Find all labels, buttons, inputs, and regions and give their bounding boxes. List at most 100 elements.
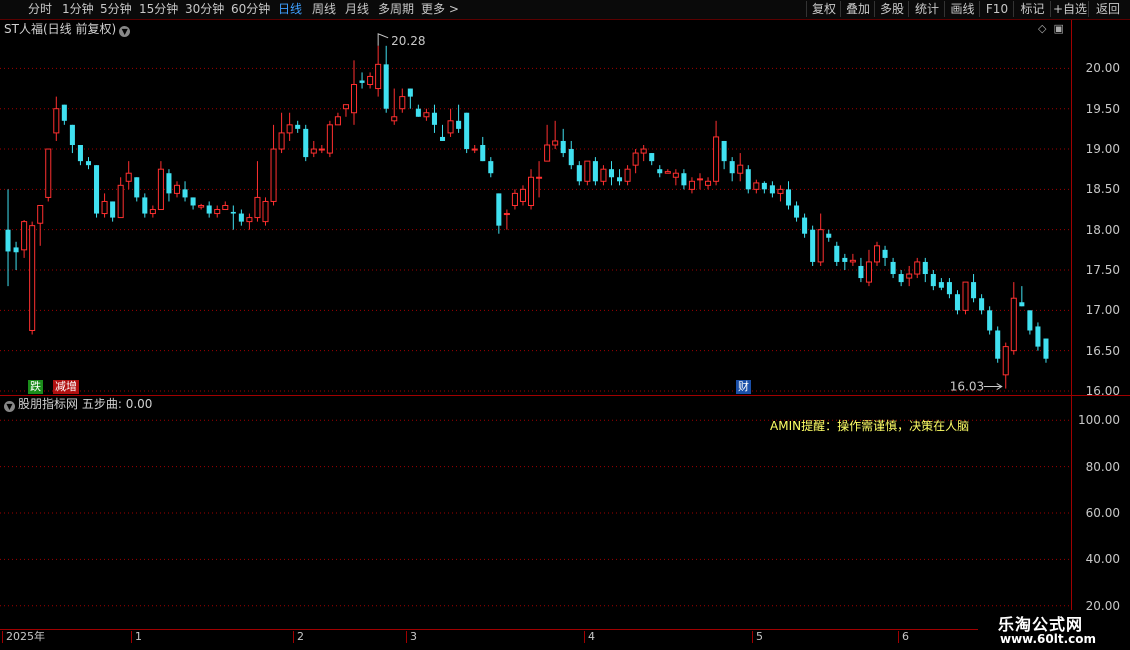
candle-body-down	[464, 112, 470, 150]
candle-body-up	[198, 204, 205, 208]
candle-body-up	[511, 192, 518, 206]
candle-body-up	[688, 180, 695, 190]
candle-body-down	[745, 169, 751, 190]
candle-body-up	[53, 108, 60, 134]
candle-body-down	[971, 282, 977, 299]
candle-body-down	[1027, 310, 1033, 331]
toolbar-button[interactable]: 标记	[1013, 1, 1051, 17]
candle-body-up	[640, 148, 647, 154]
period-tab[interactable]: 60分钟	[231, 1, 270, 17]
candle-body-down	[230, 211, 236, 214]
candle-body-down	[898, 274, 904, 283]
candle-body-up	[584, 160, 591, 182]
candle-body-up	[270, 148, 277, 202]
candle-body-up	[399, 96, 406, 110]
candle-body-up	[528, 176, 535, 206]
indicator-chart[interactable]	[0, 397, 1072, 629]
indicator-tick: 40.00	[1085, 552, 1120, 567]
price-tick: 19.00	[1085, 142, 1120, 157]
toolbar-button[interactable]: F10	[979, 1, 1014, 17]
period-tab[interactable]: 日线	[278, 1, 302, 17]
candlestick-chart[interactable]: 20.28 16.03	[0, 20, 1072, 395]
candle-body-down	[238, 213, 244, 222]
price-tick: 17.50	[1085, 263, 1120, 277]
event-badge[interactable]: 减增	[53, 380, 79, 394]
candle-body-up	[214, 209, 221, 215]
period-tab[interactable]: 5分钟	[100, 1, 132, 17]
candle-body-up	[37, 204, 44, 224]
candle-body-down	[142, 197, 148, 214]
toolbar-button[interactable]: 画线	[944, 1, 980, 17]
candle-body-down	[890, 261, 896, 275]
candle-body-up	[865, 261, 872, 283]
candle-body-up	[1002, 346, 1009, 376]
period-tab[interactable]: 周线	[312, 1, 336, 17]
period-tab[interactable]: 更多 >	[421, 1, 459, 17]
high-label: 20.28	[391, 34, 425, 48]
candle-body-down	[77, 145, 83, 162]
candle-body-down	[826, 233, 832, 238]
period-tab[interactable]: 分时	[28, 1, 52, 17]
candle-body-down	[5, 229, 11, 252]
candle-body-up	[262, 200, 269, 223]
candle-body-down	[842, 257, 848, 262]
candle-body-up	[664, 171, 671, 174]
candle-body-up	[101, 200, 108, 215]
candle-body-down	[488, 161, 494, 174]
candle-body-up	[367, 75, 374, 86]
period-tab[interactable]: 1分钟	[62, 1, 94, 17]
candle-body-down	[560, 140, 566, 154]
candle-body-down	[1035, 326, 1041, 347]
candle-body-up	[777, 188, 784, 194]
toolbar-button[interactable]: 叠加	[840, 1, 875, 17]
event-badge[interactable]: 财	[736, 380, 751, 394]
period-tab[interactable]: 月线	[345, 1, 369, 17]
price-tick: 20.00	[1085, 61, 1120, 76]
period-tab[interactable]: 多周期	[378, 1, 414, 17]
toolbar-button[interactable]: +自选	[1050, 1, 1089, 17]
candle-body-up	[503, 213, 510, 216]
candle-body-down	[85, 161, 92, 166]
candle-body-down	[769, 185, 775, 194]
candle-body-up	[254, 196, 261, 219]
indicator-axis: 100.00 80.00 60.00 40.00 20.00	[1072, 397, 1130, 629]
candle-body-up	[696, 178, 704, 181]
candle-body-down	[295, 124, 301, 129]
candle-body-down	[802, 217, 808, 234]
candle-body-down	[922, 261, 928, 275]
candle-body-down	[721, 140, 727, 162]
price-tick: 18.00	[1085, 222, 1120, 237]
candle-body-down	[94, 165, 100, 214]
candle-body-up	[632, 152, 639, 166]
toolbar-button[interactable]: 统计	[908, 1, 945, 17]
candle-body-down	[61, 104, 67, 121]
period-tab[interactable]: 30分钟	[185, 1, 224, 17]
candle-body-down	[576, 165, 582, 182]
candle-body-up	[318, 148, 325, 151]
candle-body-up	[849, 259, 856, 263]
toolbar-button[interactable]: 复权	[806, 1, 841, 17]
candle-body-up	[157, 168, 164, 211]
candle-body-up	[342, 104, 349, 110]
candle-body-down	[182, 189, 188, 198]
candle-body-up	[45, 148, 52, 198]
event-badge[interactable]: 跌	[28, 380, 43, 394]
candle-body-up	[326, 124, 333, 154]
candle-body-down	[657, 169, 663, 174]
candle-body-down	[190, 197, 196, 206]
candle-body-down	[69, 124, 75, 145]
candle-body-up	[222, 204, 229, 211]
candle-body-down	[785, 189, 792, 206]
candle-body-down	[206, 205, 212, 214]
candle-body-up	[600, 168, 607, 182]
candle-body-up	[817, 229, 824, 263]
candle-body-up	[149, 209, 156, 215]
candle-body-down	[681, 173, 687, 186]
period-tab[interactable]: 15分钟	[139, 1, 178, 17]
candle-body-up	[873, 245, 881, 263]
toolbar-button[interactable]: 返回	[1088, 1, 1127, 17]
candle-body-down	[979, 298, 985, 311]
toolbar-button[interactable]: 多股	[874, 1, 909, 17]
month-label: 2025年	[2, 631, 45, 643]
candle-body-up	[624, 168, 631, 182]
